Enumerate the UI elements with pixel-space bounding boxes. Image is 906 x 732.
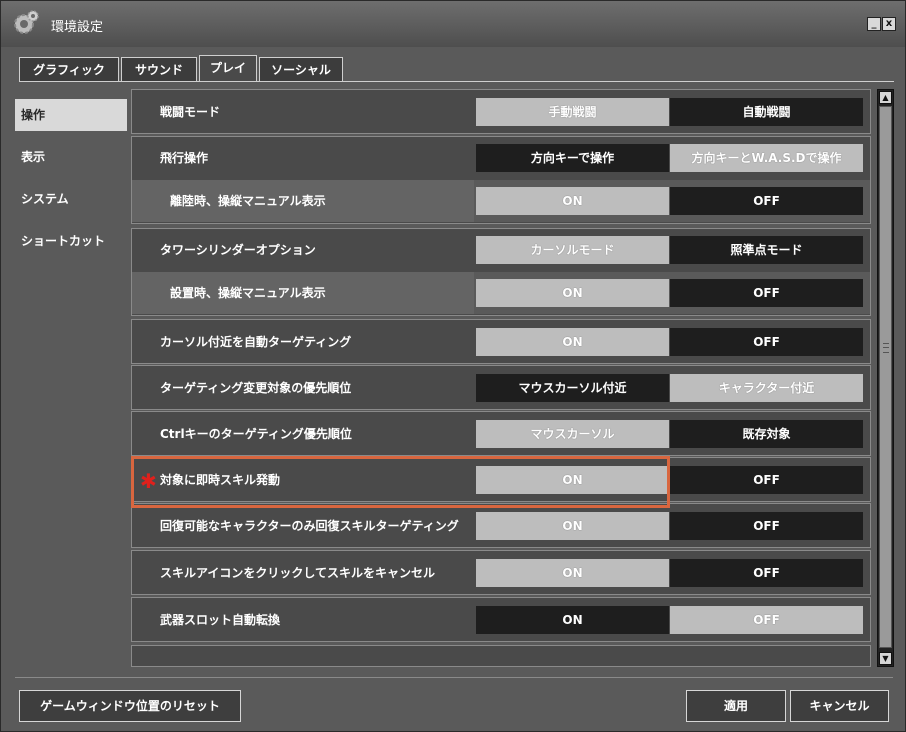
option-off[interactable]: OFF [670,328,863,356]
setting-group: カーソル付近を自動ターゲティング ON OFF [131,319,871,364]
scrollbar[interactable]: ▲ ▼ [877,89,894,667]
setting-row-instant-skill: ✱ 対象に即時スキル発動 ON OFF [132,459,870,501]
tab-sound[interactable]: サウンド [121,57,197,81]
setting-group: 飛行操作 方向キーで操作 方向キーとW.A.S.Dで操作 離陸時、操縦マニュアル… [131,136,871,224]
setting-group: スキルアイコンをクリックしてスキルをキャンセル ON OFF [131,550,871,595]
sidebar-item-controls[interactable]: 操作 [15,99,127,131]
settings-window: 環境設定 _ x グラフィック サウンド プレイ ソーシャル 操作 表示 システ… [0,0,906,732]
setting-label: 離陸時、操縦マニュアル表示 [170,194,326,208]
window-title: 環境設定 [51,20,104,35]
setting-row-takeoff-manual: 離陸時、操縦マニュアル表示 ON OFF [132,180,870,222]
option-manual-combat[interactable]: 手動戦闘 [476,98,669,126]
setting-row-tower-cylinder: タワーシリンダーオプション カーソルモード 照準点モード [132,229,870,271]
reset-window-position-button[interactable]: ゲームウィンドウ位置のリセット [19,690,241,722]
setting-label: 回復可能なキャラクターのみ回復スキルターゲティング [160,519,459,533]
setting-row-heal-targeting: 回復可能なキャラクターのみ回復スキルターゲティング ON OFF [132,505,870,547]
title-bar[interactable]: 環境設定 _ x [1,1,905,47]
minimize-button[interactable]: _ [867,17,881,31]
option-on[interactable]: ON [476,279,669,307]
setting-group: ターゲティング変更対象の優先順位 マウスカーソル付近 キャラクター付近 [131,365,871,410]
setting-group-partial [131,645,871,667]
option-on[interactable]: ON [476,606,669,634]
option-arrow-and-wasd[interactable]: 方向キーとW.A.S.Dで操作 [670,144,863,172]
setting-row-ctrl-priority: Ctrlキーのターゲティング優先順位 マウスカーソル 既存対象 [132,413,870,455]
setting-row-combat-mode: 戦闘モード 手動戦闘 自動戦闘 [132,91,870,133]
setting-group: Ctrlキーのターゲティング優先順位 マウスカーソル 既存対象 [131,411,871,456]
setting-group: タワーシリンダーオプション カーソルモード 照準点モード 設置時、操縦マニュアル… [131,228,871,316]
close-button[interactable]: x [882,17,896,31]
setting-row-target-priority: ターゲティング変更対象の優先順位 マウスカーソル付近 キャラクター付近 [132,367,870,409]
tab-social[interactable]: ソーシャル [259,57,343,81]
setting-label: Ctrlキーのターゲティング優先順位 [160,427,352,441]
apply-button[interactable]: 適用 [686,690,786,722]
setting-label: 飛行操作 [160,151,209,165]
option-arrow-keys[interactable]: 方向キーで操作 [476,144,669,172]
setting-label: カーソル付近を自動ターゲティング [160,335,352,349]
setting-group: ✱ 対象に即時スキル発動 ON OFF [131,457,871,502]
scroll-thumb[interactable] [879,106,892,648]
tab-divider [19,81,894,82]
option-near-mouse-cursor[interactable]: マウスカーソル付近 [476,374,669,402]
option-on[interactable]: ON [476,187,669,215]
tab-play[interactable]: プレイ [199,55,257,81]
setting-group: 回復可能なキャラクターのみ回復スキルターゲティング ON OFF [131,503,871,548]
option-near-character[interactable]: キャラクター付近 [670,374,863,402]
setting-group: 戦闘モード 手動戦闘 自動戦闘 [131,89,871,134]
option-on[interactable]: ON [476,559,669,587]
asterisk-icon: ✱ [140,469,157,493]
setting-row-weapon-slot: 武器スロット自動転換 ON OFF [132,599,870,641]
gear-icon [14,10,39,34]
option-off[interactable]: OFF [670,187,863,215]
tab-graphics[interactable]: グラフィック [19,57,119,81]
setting-row-flight-control: 飛行操作 方向キーで操作 方向キーとW.A.S.Dで操作 [132,137,870,179]
setting-group: 武器スロット自動転換 ON OFF [131,597,871,642]
option-off[interactable]: OFF [670,512,863,540]
option-on[interactable]: ON [476,466,669,494]
option-on[interactable]: ON [476,512,669,540]
scroll-up-button[interactable]: ▲ [879,91,892,104]
setting-label: 武器スロット自動転換 [160,613,281,627]
option-existing-target[interactable]: 既存対象 [670,420,863,448]
setting-label: スキルアイコンをクリックしてスキルをキャンセル [160,566,436,580]
option-off[interactable]: OFF [670,279,863,307]
setting-row-auto-targeting: カーソル付近を自動ターゲティング ON OFF [132,321,870,363]
sidebar-item-shortcuts[interactable]: ショートカット [15,225,127,257]
option-cursor-mode[interactable]: カーソルモード [476,236,669,264]
setting-label: 戦闘モード [160,105,221,119]
option-aim-point-mode[interactable]: 照準点モード [670,236,863,264]
settings-panel: 戦闘モード 手動戦闘 自動戦闘 飛行操作 方向キーで操作 方向キーとW.A.S.… [131,89,873,667]
setting-label: タワーシリンダーオプション [160,243,316,257]
grip-icon [883,343,889,353]
setting-label: 対象に即時スキル発動 [160,473,281,487]
setting-label: 設置時、操縦マニュアル表示 [170,286,326,300]
footer-divider [15,677,893,678]
option-mouse-cursor[interactable]: マウスカーソル [476,420,669,448]
setting-row-skill-cancel: スキルアイコンをクリックしてスキルをキャンセル ON OFF [132,552,870,594]
scroll-down-button[interactable]: ▼ [879,652,892,665]
option-auto-combat[interactable]: 自動戦闘 [670,98,863,126]
option-off[interactable]: OFF [670,466,863,494]
cancel-button[interactable]: キャンセル [790,690,889,722]
sidebar-item-display[interactable]: 表示 [15,141,127,173]
sidebar-item-system[interactable]: システム [15,183,127,215]
option-off[interactable]: OFF [670,606,863,634]
option-off[interactable]: OFF [670,559,863,587]
setting-row-install-manual: 設置時、操縦マニュアル表示 ON OFF [132,272,870,314]
option-on[interactable]: ON [476,328,669,356]
setting-label: ターゲティング変更対象の優先順位 [160,381,352,395]
